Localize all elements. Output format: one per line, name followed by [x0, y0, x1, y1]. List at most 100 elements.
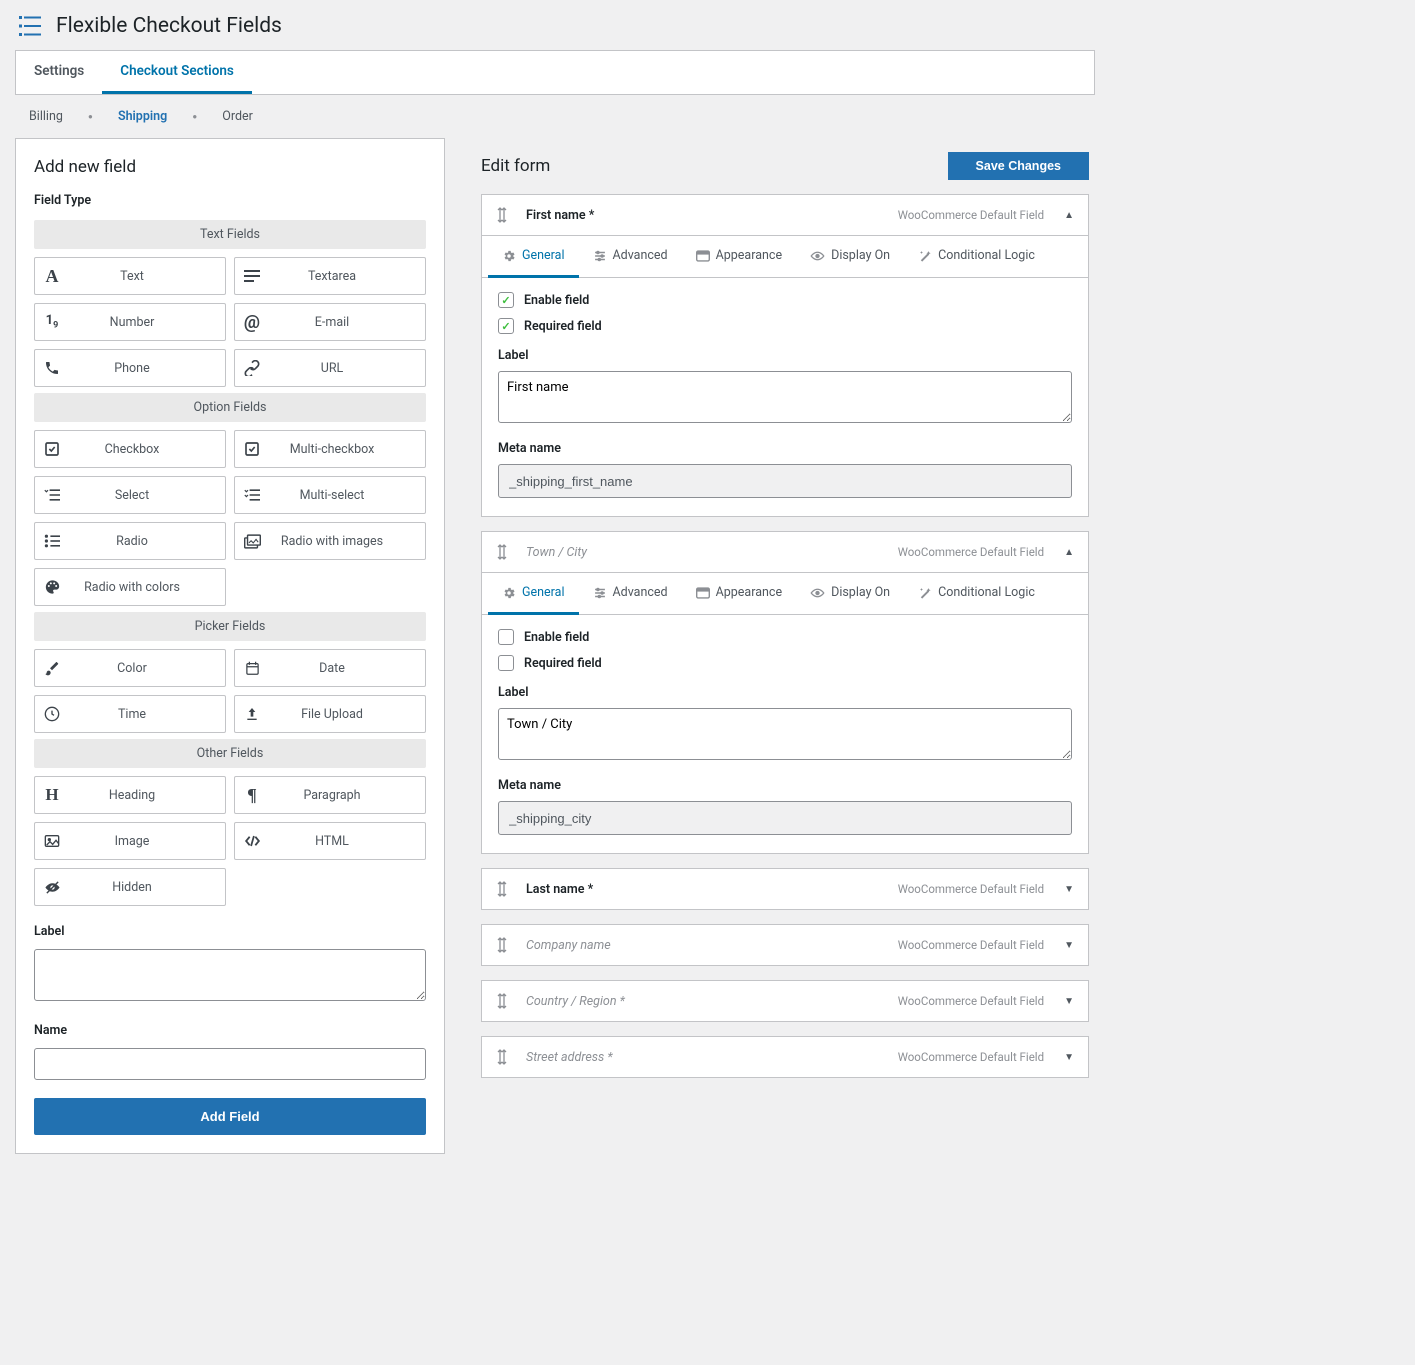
chevron-down-icon[interactable]: ▼	[1064, 940, 1074, 951]
field-name: Company name	[526, 938, 898, 953]
breadcrumb-order[interactable]: Order	[222, 109, 253, 124]
required-checkbox[interactable]	[498, 655, 514, 671]
required-checkbox[interactable]	[498, 318, 514, 334]
field-row-header[interactable]: Country / Region * WooCommerce Default F…	[482, 981, 1088, 1021]
enable-checkbox[interactable]	[498, 292, 514, 308]
page-header: Flexible Checkout Fields	[0, 0, 1110, 50]
paragraph-icon: ¶	[235, 785, 269, 806]
required-label: Required field	[524, 656, 602, 671]
default-badge: WooCommerce Default Field	[898, 208, 1044, 222]
text-icon: A	[35, 266, 69, 287]
drag-handle-icon[interactable]	[496, 544, 508, 560]
email-icon: @	[235, 312, 269, 333]
field-row-header[interactable]: Town / City WooCommerce Default Field ▲	[482, 532, 1088, 572]
multicheckbox-icon	[235, 441, 269, 457]
tile-image[interactable]: Image	[34, 822, 226, 860]
inner-tab-displayon[interactable]: Display On	[796, 573, 904, 615]
wand-icon	[918, 249, 932, 263]
tile-radio[interactable]: Radio	[34, 522, 226, 560]
field-row-header[interactable]: Last name * WooCommerce Default Field ▼	[482, 869, 1088, 909]
breadcrumb-shipping[interactable]: Shipping	[118, 109, 167, 124]
label-input[interactable]	[34, 949, 426, 1001]
tile-number[interactable]: 19Number	[34, 303, 226, 341]
inner-tab-advanced[interactable]: Advanced	[579, 236, 682, 278]
tile-file[interactable]: File Upload	[234, 695, 426, 733]
field-row: Street address * WooCommerce Default Fie…	[481, 1036, 1089, 1078]
tile-select[interactable]: Select	[34, 476, 226, 514]
inner-tabs: General Advanced Appearance Display On C…	[482, 573, 1088, 615]
tile-email[interactable]: @E-mail	[234, 303, 426, 341]
field-name: Country / Region *	[526, 994, 898, 1009]
chevron-down-icon[interactable]: ▼	[1064, 884, 1074, 895]
tile-text[interactable]: AText	[34, 257, 226, 295]
add-field-button[interactable]: Add Field	[34, 1098, 426, 1135]
tile-checkbox-label: Checkbox	[69, 442, 225, 457]
field-row-header[interactable]: First name * WooCommerce Default Field ▲	[482, 195, 1088, 235]
multiselect-icon	[235, 488, 269, 502]
inner-tab-logic[interactable]: Conditional Logic	[904, 573, 1049, 615]
label-input[interactable]: First name	[498, 371, 1072, 423]
drag-handle-icon[interactable]	[496, 993, 508, 1009]
inner-tab-logic[interactable]: Conditional Logic	[904, 236, 1049, 278]
chevron-up-icon[interactable]: ▲	[1064, 547, 1074, 558]
tile-heading[interactable]: HHeading	[34, 776, 226, 814]
name-label: Name	[34, 1023, 426, 1038]
number-icon: 19	[35, 313, 69, 331]
chevron-down-icon[interactable]: ▼	[1064, 996, 1074, 1007]
tile-radioimages[interactable]: Radio with images	[234, 522, 426, 560]
breadcrumb-billing[interactable]: Billing	[29, 109, 63, 124]
cat-other-fields: Other Fields	[34, 739, 426, 768]
tile-color-label: Color	[69, 661, 225, 676]
breadcrumb-sep-icon: ●	[88, 112, 93, 121]
meta-input	[498, 801, 1072, 835]
inner-tab-displayon[interactable]: Display On	[796, 236, 904, 278]
chevron-up-icon[interactable]: ▲	[1064, 210, 1074, 221]
tab-checkout-sections[interactable]: Checkout Sections	[102, 51, 252, 94]
sliders-icon	[593, 249, 607, 263]
tile-html[interactable]: HTML	[234, 822, 426, 860]
default-badge: WooCommerce Default Field	[898, 545, 1044, 559]
tile-date[interactable]: Date	[234, 649, 426, 687]
field-row: Company name WooCommerce Default Field ▼	[481, 924, 1089, 966]
inner-tab-appearance[interactable]: Appearance	[682, 236, 797, 278]
name-input[interactable]	[34, 1048, 426, 1080]
inner-tab-advanced[interactable]: Advanced	[579, 573, 682, 615]
tile-radiocolors[interactable]: Radio with colors	[34, 568, 226, 606]
tile-number-label: Number	[69, 315, 225, 330]
default-badge: WooCommerce Default Field	[898, 882, 1044, 896]
drag-handle-icon[interactable]	[496, 1049, 508, 1065]
radio-icon	[35, 534, 69, 548]
gear-icon	[502, 586, 516, 600]
tile-multicheckbox[interactable]: Multi-checkbox	[234, 430, 426, 468]
drag-handle-icon[interactable]	[496, 937, 508, 953]
field-row-header[interactable]: Company name WooCommerce Default Field ▼	[482, 925, 1088, 965]
wand-icon	[918, 586, 932, 600]
label-input[interactable]: Town / City	[498, 708, 1072, 760]
tab-settings[interactable]: Settings	[16, 51, 102, 94]
inner-tab-general[interactable]: General	[488, 236, 579, 278]
drag-handle-icon[interactable]	[496, 207, 508, 223]
upload-icon	[235, 706, 269, 722]
inner-tab-general[interactable]: General	[488, 573, 579, 615]
clock-icon	[35, 706, 69, 722]
tile-multiselect-label: Multi-select	[269, 488, 425, 503]
save-changes-button[interactable]: Save Changes	[948, 152, 1089, 180]
tile-checkbox[interactable]: Checkbox	[34, 430, 226, 468]
tile-text-label: Text	[69, 269, 225, 284]
tile-paragraph[interactable]: ¶Paragraph	[234, 776, 426, 814]
chevron-down-icon[interactable]: ▼	[1064, 1052, 1074, 1063]
field-row-header[interactable]: Street address * WooCommerce Default Fie…	[482, 1037, 1088, 1077]
tile-textarea[interactable]: Textarea	[234, 257, 426, 295]
tile-time[interactable]: Time	[34, 695, 226, 733]
tile-multiselect[interactable]: Multi-select	[234, 476, 426, 514]
tile-hidden[interactable]: Hidden	[34, 868, 226, 906]
tile-paragraph-label: Paragraph	[269, 788, 425, 803]
enable-checkbox[interactable]	[498, 629, 514, 645]
tile-phone[interactable]: Phone	[34, 349, 226, 387]
field-row: Country / Region * WooCommerce Default F…	[481, 980, 1089, 1022]
drag-handle-icon[interactable]	[496, 881, 508, 897]
field-row: Last name * WooCommerce Default Field ▼	[481, 868, 1089, 910]
inner-tab-appearance[interactable]: Appearance	[682, 573, 797, 615]
tile-url[interactable]: URL	[234, 349, 426, 387]
tile-color[interactable]: Color	[34, 649, 226, 687]
